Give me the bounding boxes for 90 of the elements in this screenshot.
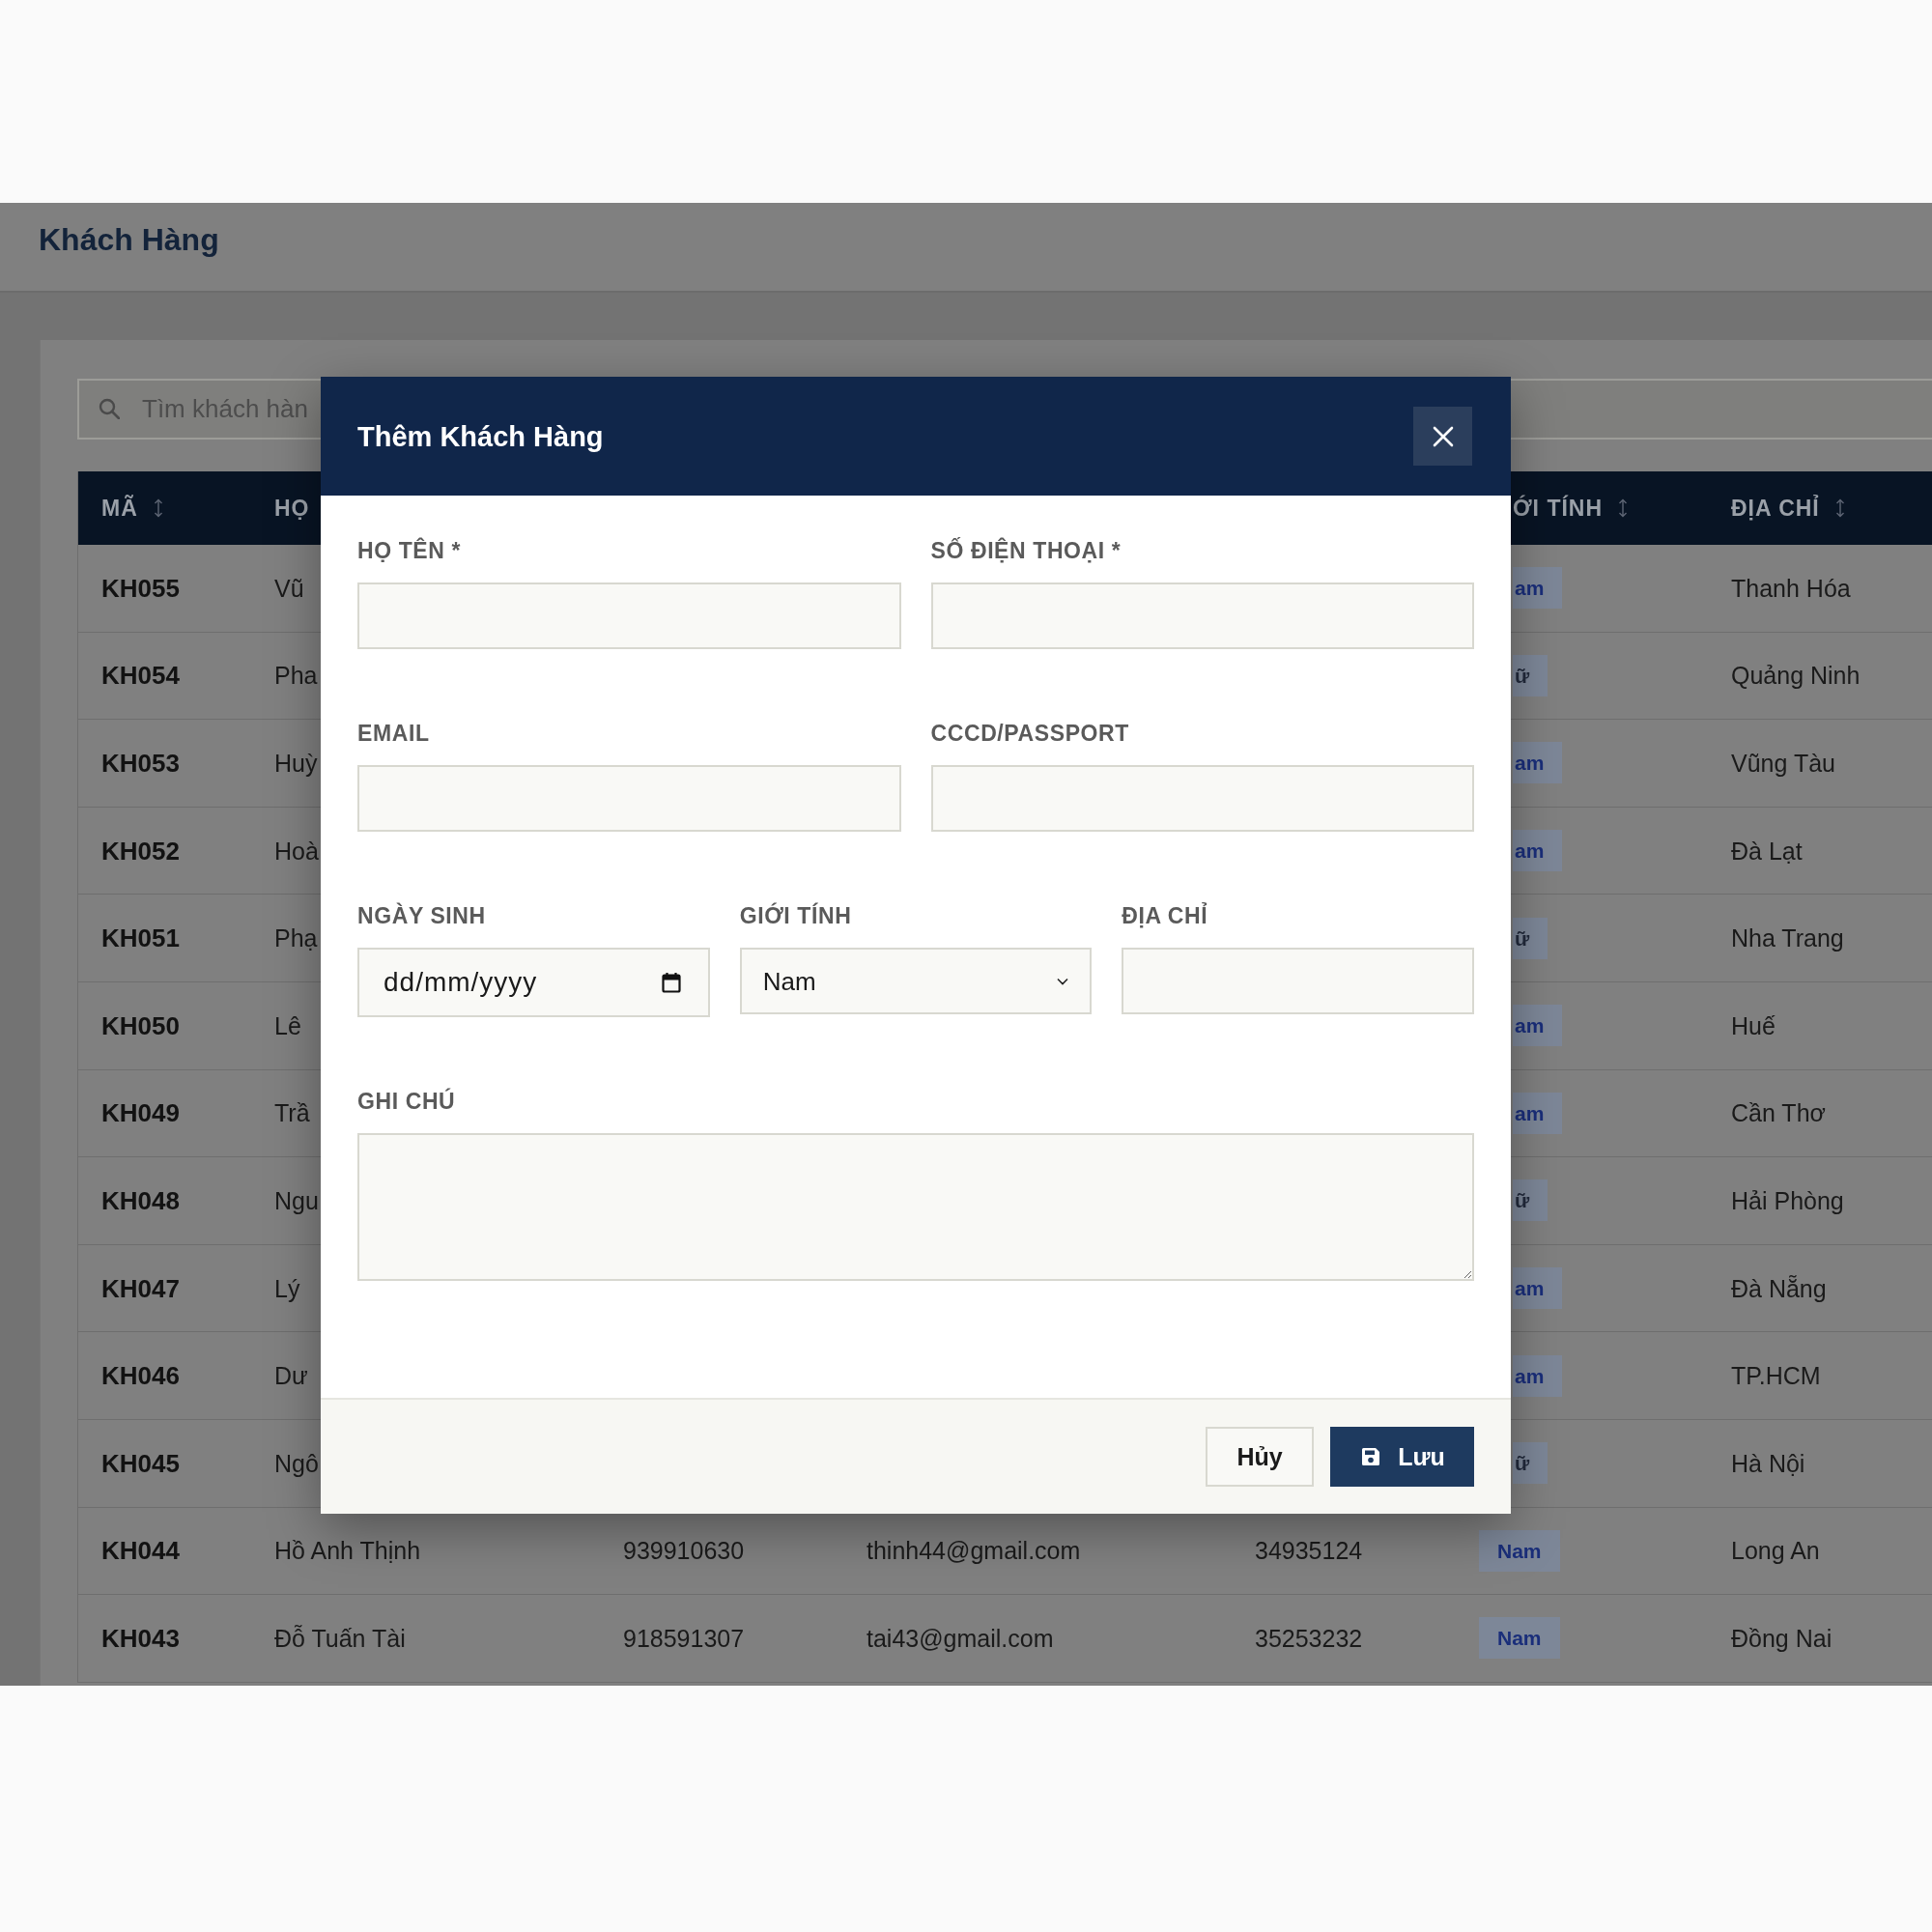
close-icon	[1432, 425, 1454, 447]
customer-code: KH047	[101, 1273, 180, 1303]
address-text: Hà Nội	[1731, 1448, 1805, 1478]
customer-code: KH044	[101, 1536, 180, 1566]
field-label: EMAIL	[357, 720, 431, 748]
gender-badge: am	[1513, 1267, 1563, 1310]
gender-badge: ữ	[1513, 917, 1548, 959]
customer-code: KH053	[101, 749, 180, 778]
customer-code: KH054	[101, 661, 180, 691]
gender-badge: ữ	[1513, 1179, 1548, 1222]
calendar-icon[interactable]	[661, 972, 681, 993]
customer-name: Lý	[274, 1273, 300, 1303]
customer-code: KH050	[101, 1010, 180, 1040]
customer-name: Huỳ	[274, 749, 318, 778]
field-label: SỐ ĐIỆN THOẠI *	[930, 536, 1122, 565]
customer-name: Đỗ Tuấn Tài	[274, 1623, 406, 1653]
customer-name: Dư	[274, 1361, 308, 1391]
gender-badge: Nam	[1479, 1617, 1560, 1660]
email-address: tai43@gmail.com	[867, 1623, 1054, 1653]
customer-code: KH048	[101, 1185, 180, 1215]
dropdown-field[interactable]: Nam	[739, 948, 1093, 1014]
input-field[interactable]	[357, 582, 901, 649]
gender-badge: am	[1513, 830, 1563, 872]
gender-badge: ữ	[1513, 654, 1548, 696]
gender-badge: Nam	[1479, 1529, 1560, 1572]
customer-code: KH052	[101, 836, 180, 866]
field-label: HỌ TÊN *	[357, 536, 463, 565]
column-header[interactable]: ỚI TÍNH	[1513, 494, 1604, 523]
field-label: CCCD/PASSPORT	[930, 720, 1130, 748]
field-label: GIỚI TÍNH	[739, 901, 853, 930]
id-number: 35253232	[1255, 1623, 1363, 1653]
sort-icon[interactable]	[1834, 498, 1845, 518]
gender-badge: am	[1513, 567, 1563, 610]
customer-name: Trầ	[274, 1098, 310, 1128]
id-number: 34935124	[1255, 1536, 1363, 1566]
customer-name: Lê	[274, 1010, 301, 1040]
chevron-down-icon	[1057, 978, 1069, 985]
gender-badge: am	[1513, 1005, 1563, 1047]
field-label: GHI CHÚ	[357, 1087, 457, 1116]
customer-name: Hoà	[274, 836, 319, 866]
date-field[interactable]: dd/mm/yyyy	[357, 948, 710, 1017]
phone-number: 918591307	[623, 1623, 745, 1653]
address-text: TP.HCM	[1731, 1361, 1821, 1391]
customer-code: KH049	[101, 1098, 180, 1128]
gender-badge: ữ	[1513, 1442, 1548, 1485]
field-label: ĐỊA CHỈ	[1122, 901, 1209, 930]
save-button[interactable]: Lưu	[1330, 1427, 1474, 1487]
phone-number: 939910630	[623, 1536, 745, 1566]
customer-code: KH043	[101, 1623, 180, 1653]
close-button[interactable]	[1413, 407, 1472, 466]
input-field[interactable]	[1122, 948, 1474, 1014]
sort-icon[interactable]	[1618, 498, 1629, 518]
address-text: Huế	[1731, 1010, 1776, 1040]
cancel-button[interactable]: Hủy	[1206, 1427, 1314, 1487]
column-header[interactable]: HỌ	[274, 494, 310, 523]
address-text: Cần Thơ	[1731, 1098, 1826, 1128]
address-text: Long An	[1731, 1536, 1820, 1566]
gender-badge: am	[1513, 1092, 1563, 1134]
input-field[interactable]	[357, 765, 901, 832]
address-text: Vũng Tàu	[1731, 749, 1835, 778]
input-field[interactable]	[930, 582, 1474, 649]
sort-icon[interactable]	[153, 498, 163, 518]
field-label: NGÀY SINH	[357, 901, 487, 930]
customer-code: KH045	[101, 1448, 180, 1478]
address-text: Đà Lạt	[1731, 836, 1803, 866]
customer-code: KH055	[101, 573, 180, 603]
gender-badge: am	[1513, 1354, 1563, 1397]
address-text: Đà Nẵng	[1731, 1273, 1827, 1303]
page-title: Khách Hàng	[39, 221, 219, 259]
dialog-title: Thêm Khách Hàng	[357, 419, 604, 454]
customer-name: Ngu	[274, 1185, 319, 1215]
customer-name: Vũ	[274, 573, 304, 603]
input-field[interactable]	[930, 765, 1474, 832]
customer-name: Hồ Anh Thịnh	[274, 1536, 421, 1566]
email-address: thinh44@gmail.com	[867, 1536, 1081, 1566]
customer-code: KH051	[101, 923, 180, 953]
customer-code: KH046	[101, 1361, 180, 1391]
customer-name: Phạ	[274, 923, 318, 953]
address-text: Thanh Hóa	[1731, 573, 1851, 603]
address-text: Đồng Nai	[1731, 1623, 1833, 1653]
gender-badge: am	[1513, 742, 1563, 784]
column-header[interactable]: ĐỊA CHỈ	[1731, 494, 1820, 523]
address-text: Hải Phòng	[1731, 1185, 1844, 1215]
customer-name: Pha	[274, 661, 318, 691]
column-header[interactable]: MÃ	[101, 494, 138, 523]
text-area[interactable]	[357, 1133, 1474, 1281]
customer-name: Ngô	[274, 1448, 319, 1478]
address-text: Nha Trang	[1731, 923, 1844, 953]
address-text: Quảng Ninh	[1731, 661, 1861, 691]
search-icon	[99, 398, 120, 419]
